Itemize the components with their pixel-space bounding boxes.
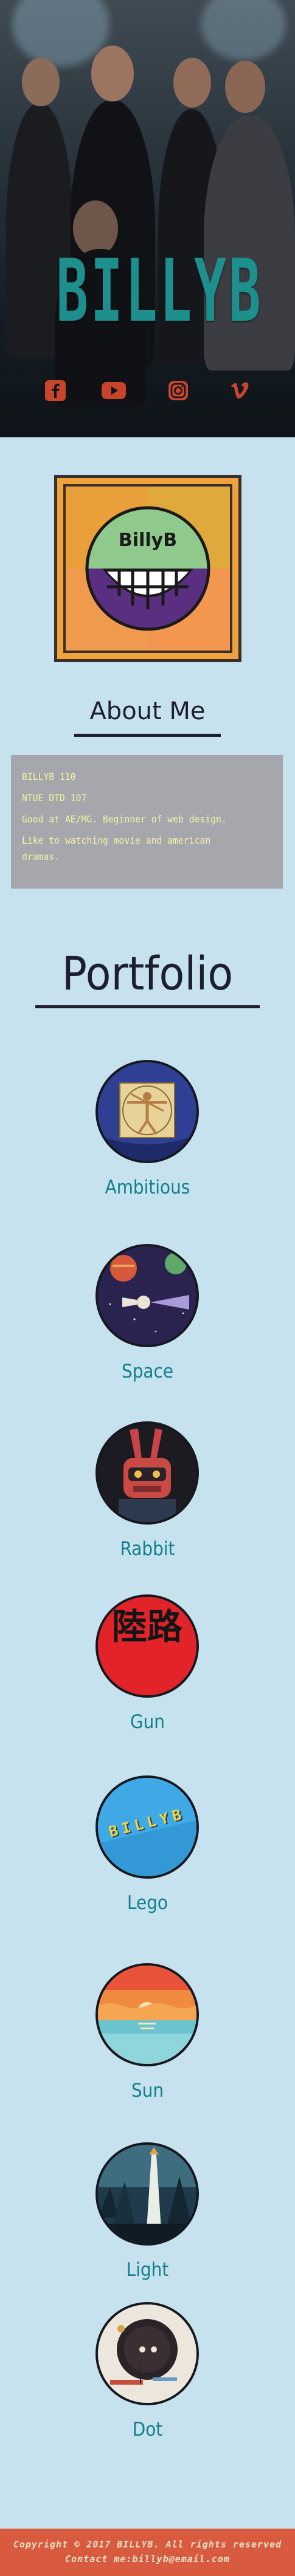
lego-thumbnail[interactable]: BILLYB bbox=[95, 1775, 199, 1879]
about-line-hobbies: Like to watching movie and american dram… bbox=[22, 835, 211, 863]
portfolio-item-lego[interactable]: BILLYB Lego bbox=[0, 1775, 295, 1924]
portfolio-label[interactable]: Sun bbox=[15, 2080, 280, 2102]
sunset-sea-thumbnail bbox=[98, 1966, 196, 2064]
portfolio-label[interactable]: Rabbit bbox=[15, 1538, 280, 1560]
dot-art-thumbnail bbox=[98, 2304, 196, 2403]
vimeo-link[interactable] bbox=[227, 378, 253, 403]
band-member-head bbox=[173, 58, 211, 108]
dot-thumbnail[interactable] bbox=[95, 2302, 199, 2405]
portfolio-label[interactable]: Gun bbox=[15, 1711, 280, 1733]
vitruvian-man-thumbnail bbox=[98, 1062, 196, 1161]
lighthouse-forest-thumbnail bbox=[98, 2145, 196, 2243]
portfolio-item-sun[interactable]: Sun bbox=[0, 1963, 295, 2112]
youtube-icon bbox=[102, 382, 126, 399]
about-divider bbox=[74, 734, 221, 737]
portfolio-item-ambitious[interactable]: Ambitious bbox=[0, 1060, 295, 1209]
ambitious-thumbnail[interactable] bbox=[95, 1060, 199, 1163]
portfolio-label[interactable]: Ambitious bbox=[15, 1177, 280, 1198]
rabbit-thumbnail[interactable] bbox=[95, 1421, 199, 1525]
vimeo-icon bbox=[231, 382, 249, 399]
band-member-head bbox=[225, 61, 265, 113]
gun-calligraphy: 陸路 bbox=[111, 1606, 182, 1647]
band-member-head bbox=[91, 46, 134, 101]
logo-text: BillyB bbox=[118, 530, 178, 551]
about-line-name: BILLYB 110 bbox=[22, 771, 76, 782]
portfolio-label[interactable]: Space bbox=[15, 1361, 280, 1382]
footer-copyright: Copyright © 2017 BILLYB. All rights rese… bbox=[13, 2539, 282, 2550]
portfolio-item-space[interactable]: Space bbox=[0, 1244, 295, 1393]
space-planet-thumbnail bbox=[98, 1246, 196, 1345]
footer-contact[interactable]: Contact me:billyb@email.com bbox=[0, 2552, 295, 2566]
light-thumbnail[interactable] bbox=[95, 2142, 199, 2246]
site-footer: Copyright © 2017 BILLYB. All rights rese… bbox=[0, 2529, 295, 2576]
portfolio-item-light[interactable]: Light bbox=[0, 2142, 295, 2291]
about-line-skills: Good at AE/MG. Beginner of web design. bbox=[22, 813, 227, 825]
hero-banner: BILLYB bbox=[0, 0, 295, 437]
portfolio-heading: Portfolio bbox=[61, 946, 234, 1000]
portfolio-item-dot[interactable]: Dot bbox=[0, 2302, 295, 2451]
about-heading: About Me bbox=[89, 697, 206, 725]
portfolio-item-rabbit[interactable]: Rabbit bbox=[0, 1421, 295, 1570]
space-thumbnail[interactable] bbox=[95, 1244, 199, 1347]
youtube-link[interactable] bbox=[101, 378, 127, 403]
about-line-school: NTUE DTD 107 bbox=[22, 792, 87, 804]
portfolio-divider bbox=[35, 1005, 260, 1008]
band-member-head bbox=[22, 58, 60, 106]
sun-thumbnail[interactable] bbox=[95, 1963, 199, 2066]
portfolio-label[interactable]: Lego bbox=[15, 1892, 280, 1914]
facebook-link[interactable] bbox=[43, 378, 68, 403]
smiley-logo-icon bbox=[85, 506, 210, 631]
instagram-icon bbox=[168, 381, 188, 400]
portfolio-label[interactable]: Dot bbox=[15, 2419, 280, 2441]
billyb-logo: BillyB bbox=[54, 475, 241, 662]
brand-title: BILLYB bbox=[56, 241, 263, 341]
facebook-icon bbox=[45, 380, 66, 401]
gun-thumbnail[interactable]: 陸路 bbox=[95, 1594, 199, 1698]
robot-rabbit-thumbnail bbox=[98, 1424, 196, 1522]
portfolio-label[interactable]: Light bbox=[15, 2259, 280, 2281]
portfolio-item-gun[interactable]: 陸路 Gun bbox=[0, 1594, 295, 1743]
about-panel: BILLYB 110 NTUE DTD 107 Good at AE/MG. B… bbox=[11, 755, 283, 889]
instagram-link[interactable] bbox=[165, 378, 191, 403]
